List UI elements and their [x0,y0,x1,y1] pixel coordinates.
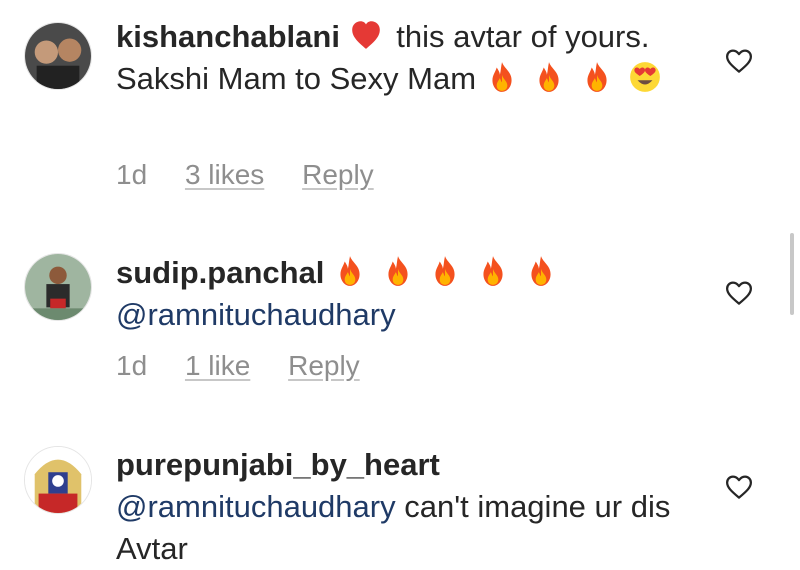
comment-text: kishanchablani this avtar of yours. Saks… [116,16,676,100]
heart-outline-icon[interactable] [724,46,754,76]
mention-link[interactable]: @ramnituchaudhary [116,489,396,524]
reply-button[interactable]: Reply [288,350,360,381]
comment-age: 1d [116,350,148,381]
fire-emoji [428,254,462,288]
comment-text: sudip.panchal @ramnituchaudhary [116,252,676,336]
comment-age: 1d [116,159,148,190]
avatar[interactable] [24,253,92,321]
fire-emoji [524,254,558,288]
comment-meta: 1d 1 like Reply [116,350,390,382]
fire-emoji [333,254,367,288]
username[interactable]: sudip.panchal [116,255,324,290]
comment-meta: 1d 3 likes Reply [116,159,404,191]
heart-outline-icon[interactable] [724,278,754,308]
scrollbar[interactable] [790,233,794,315]
heart-eyes-emoji [628,60,662,94]
fire-emoji [580,60,614,94]
red-heart-emoji [349,18,383,52]
likes-count-link[interactable]: 1 like [185,350,250,381]
avatar[interactable] [24,22,92,90]
fire-emoji [381,254,415,288]
avatar[interactable] [24,446,92,514]
fire-emoji [532,60,566,94]
mention-link[interactable]: @ramnituchaudhary [116,297,396,332]
heart-outline-icon[interactable] [724,472,754,502]
likes-count-link[interactable]: 3 likes [185,159,264,190]
comment-text: purepunjabi_by_heart @ramnituchaudhary c… [116,444,676,570]
fire-emoji [476,254,510,288]
fire-emoji [485,60,519,94]
username[interactable]: kishanchablani [116,19,340,54]
reply-button[interactable]: Reply [302,159,374,190]
username[interactable]: purepunjabi_by_heart [116,447,440,482]
